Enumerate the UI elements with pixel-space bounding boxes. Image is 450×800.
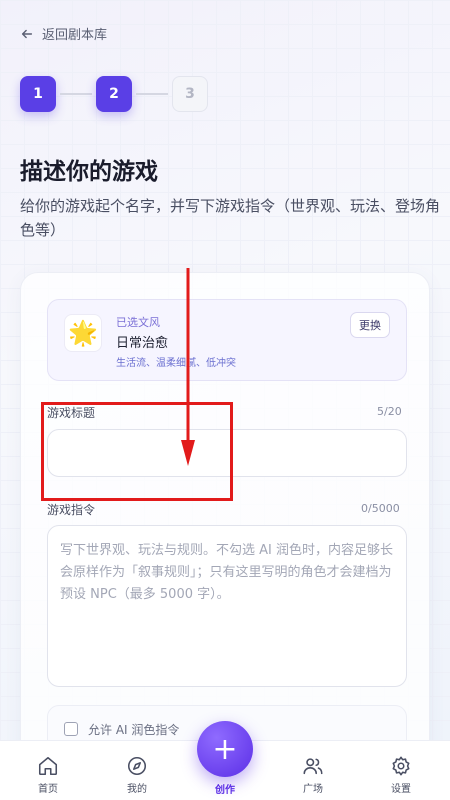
title-counter: 5/20 (377, 405, 402, 418)
tab-home[interactable]: 首页 (18, 755, 78, 795)
tab-mine-label: 我的 (127, 784, 147, 795)
create-button[interactable]: + (197, 721, 253, 777)
step-3[interactable]: 3 (172, 76, 208, 112)
stepper: 1 2 3 (20, 76, 208, 112)
tab-home-label: 首页 (38, 784, 58, 795)
annotation-highlight-box (41, 402, 233, 501)
back-link-label: 返回剧本库 (42, 28, 108, 43)
star-icon: 🌟 (64, 314, 102, 352)
step-connector (60, 93, 92, 95)
ai-polish-checkbox[interactable] (64, 722, 78, 736)
selected-style-card: 🌟 已选文风 日常治愈 生活流、温柔细腻、低冲突 更换 (47, 299, 407, 381)
tab-settings[interactable]: 设置 (371, 755, 431, 795)
change-style-button[interactable]: 更换 (350, 312, 390, 338)
users-icon (303, 758, 323, 775)
style-tags: 生活流、温柔细腻、低冲突 (116, 358, 236, 369)
step-2[interactable]: 2 (96, 76, 132, 112)
page-title: 描述你的游戏 (20, 159, 158, 185)
game-instruction-textarea[interactable]: 写下世界观、玩法与规则。不勾选 AI 润色时，内容足够长会原样作为「叙事规则」；… (47, 525, 407, 687)
home-icon (38, 756, 58, 776)
style-kicker: 已选文风 (116, 316, 160, 329)
compass-icon (127, 756, 147, 776)
back-link[interactable]: 返回剧本库 (20, 24, 107, 43)
arrow-left-icon (21, 29, 33, 38)
plus-icon: + (212, 731, 238, 767)
tab-square-label: 广场 (303, 784, 323, 795)
instruction-counter: 0/5000 (361, 502, 400, 515)
style-name: 日常治愈 (116, 336, 169, 351)
instruction-field-label: 游戏指令 (47, 503, 96, 517)
step-1[interactable]: 1 (20, 76, 56, 112)
form-card: 🌟 已选文风 日常治愈 生活流、温柔细腻、低冲突 更换 游戏标题 5/20 游戏… (20, 272, 430, 772)
ai-polish-label: 允许 AI 润色指令 (88, 723, 180, 737)
tab-mine[interactable]: 我的 (107, 755, 167, 795)
tab-settings-label: 设置 (391, 784, 411, 795)
gear-icon (392, 756, 410, 776)
tab-create-label: 创作 (215, 785, 235, 796)
page-subtitle: 给你的游戏起个名字，并写下游戏指令（世界观、玩法、登场角色等） (20, 197, 441, 239)
tab-square[interactable]: 广场 (283, 755, 343, 795)
step-connector (136, 93, 168, 95)
